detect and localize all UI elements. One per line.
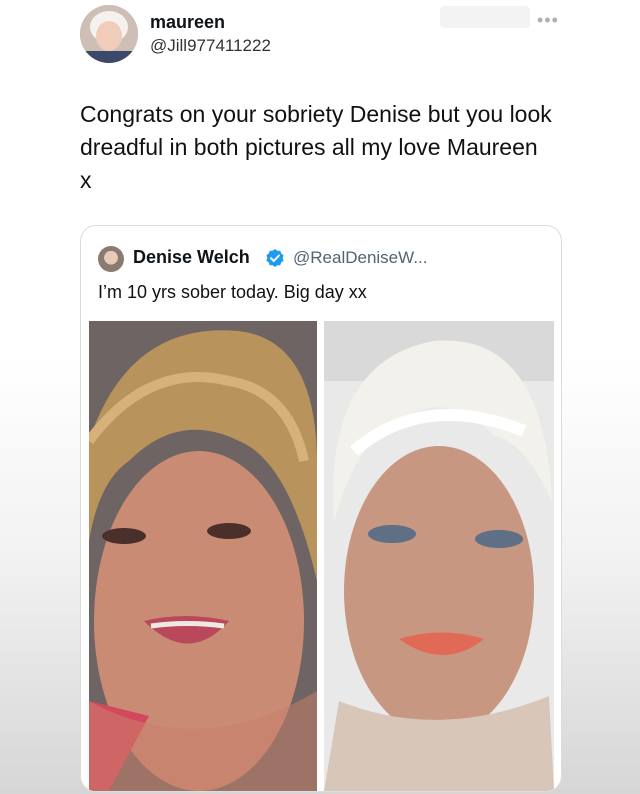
tweet-text-line: x: [80, 167, 92, 193]
quoted-author-name[interactable]: Denise Welch: [133, 247, 250, 268]
author-avatar[interactable]: [80, 5, 138, 63]
photo-after[interactable]: [324, 321, 554, 791]
photo-before[interactable]: [89, 321, 317, 791]
author-name[interactable]: maureen: [150, 12, 225, 33]
quoted-author-handle[interactable]: @RealDeniseW...: [293, 248, 427, 268]
blurred-timestamp: [440, 6, 530, 28]
tweet-text-line: dreadful in both pictures all my love Ma…: [80, 134, 538, 160]
quoted-tweet-media[interactable]: [81, 321, 561, 791]
tweet-text: Congrats on your sobriety Denise but you…: [80, 98, 580, 197]
verified-badge-icon: [266, 249, 284, 267]
quoted-tweet-text: I’m 10 yrs sober today. Big day xx: [98, 282, 367, 302]
author-handle[interactable]: @Jill977411222: [150, 36, 271, 56]
quoted-tweet-card[interactable]: Denise Welch @RealDeniseW... I’m 10 yrs …: [80, 225, 562, 792]
tweet-text-line: Congrats on your sobriety Denise but you…: [80, 101, 552, 127]
more-horizontal-icon[interactable]: •••: [537, 10, 559, 31]
quoted-author-avatar[interactable]: [98, 246, 124, 272]
